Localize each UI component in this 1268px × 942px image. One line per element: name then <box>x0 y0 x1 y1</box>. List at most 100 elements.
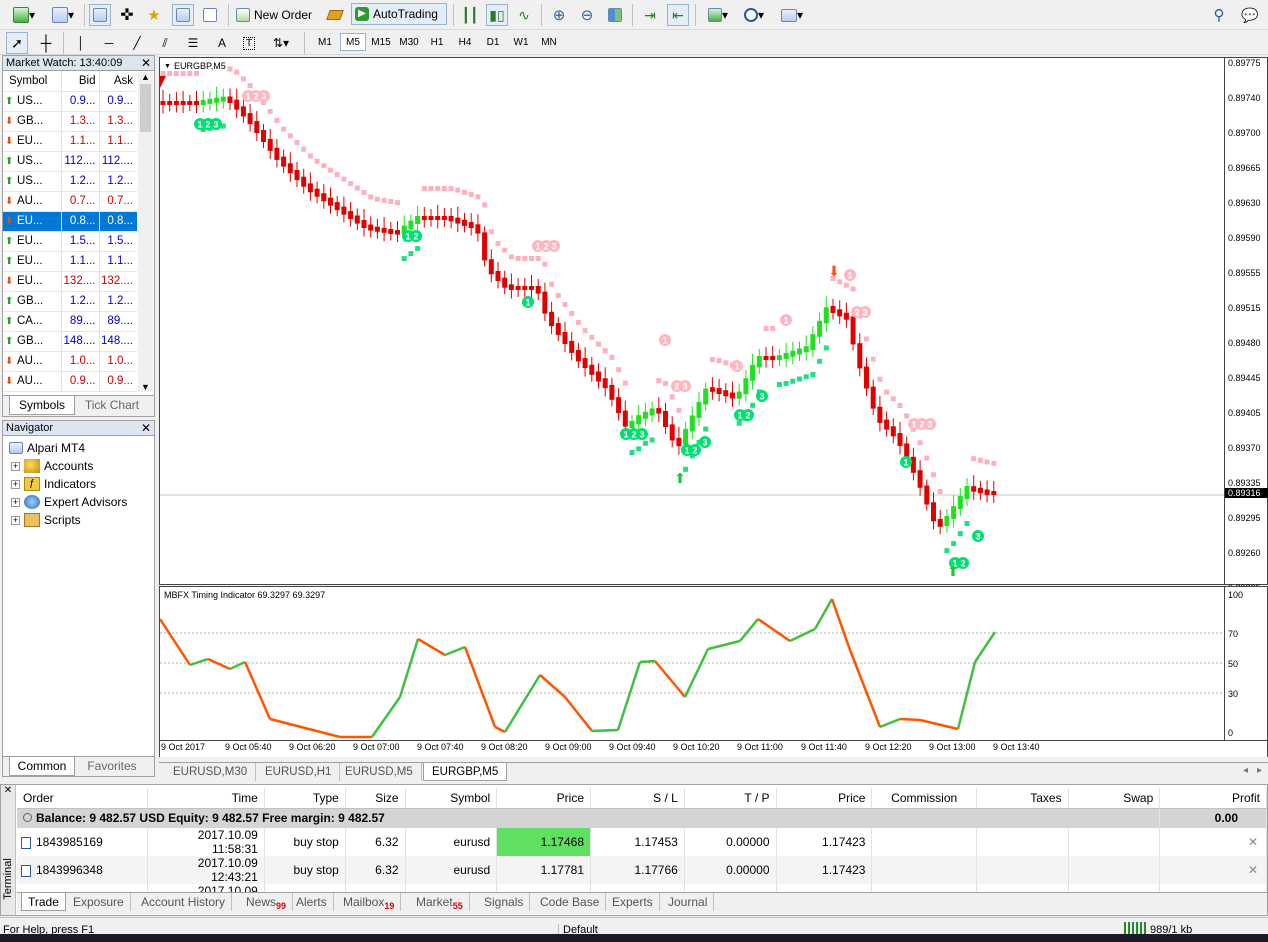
expand-icon[interactable]: + <box>11 479 20 489</box>
tab-common[interactable]: Common <box>9 757 75 776</box>
tree-root[interactable]: Alpari MT4 <box>3 439 154 457</box>
market-watch-row[interactable]: ⬆ GB... 1.2... 1.2... <box>3 291 137 312</box>
crosshair-tool[interactable]: ┼ <box>35 32 57 54</box>
column-header[interactable]: Type <box>264 788 346 809</box>
terminal-tab[interactable]: Mailbox19 <box>337 893 402 911</box>
autotrading-button[interactable]: ▶ AutoTrading <box>351 3 447 25</box>
market-watch-row[interactable]: ⬆ EU... 1.5... 1.5... <box>3 231 137 252</box>
timeframe-m1[interactable]: M1 <box>312 33 338 51</box>
column-header[interactable]: T / P <box>684 788 777 809</box>
market-watch-row[interactable]: ⬆ US... 0.9... 0.9... <box>3 91 137 112</box>
market-watch-row[interactable]: ⬇ EU... 0.8... 0.8... <box>3 211 137 232</box>
tree-item-accounts[interactable]: + Accounts <box>3 457 154 475</box>
periods-button[interactable]: ▾ <box>738 4 770 26</box>
symbol-header[interactable]: Symbol <box>3 71 62 92</box>
terminal-tab[interactable]: Exposure <box>67 893 131 911</box>
expand-icon[interactable]: + <box>11 497 20 507</box>
bar-chart-button[interactable]: ┃┃ <box>459 4 481 26</box>
market-watch-scrollbar[interactable]: ▲ ▼ <box>138 72 153 392</box>
data-window-toggle[interactable]: ✜ <box>116 4 138 26</box>
timeframe-mn[interactable]: MN <box>536 33 562 51</box>
candlestick-button[interactable]: ▮▯ <box>486 4 508 26</box>
channel-tool[interactable]: ⫽ <box>154 32 176 54</box>
horizontal-line-tool[interactable]: ─ <box>98 32 120 54</box>
terminal-tab[interactable]: Account History <box>135 893 233 911</box>
ask-header[interactable]: Ask <box>99 71 137 92</box>
templates-button[interactable]: ▾ <box>776 4 808 26</box>
indicators-button[interactable]: ▾ <box>702 4 734 26</box>
scroll-thumb[interactable] <box>140 84 151 132</box>
market-watch-row[interactable]: ⬆ GB... 148.... 148.... <box>3 331 137 352</box>
close-icon[interactable]: ✕ <box>1 785 15 796</box>
terminal-tab[interactable]: Market55 <box>410 893 470 911</box>
market-watch-row[interactable]: ⬆ CA... 89.... 89.... <box>3 311 137 332</box>
column-header[interactable]: Swap <box>1068 788 1161 809</box>
column-header[interactable]: Price <box>496 788 592 809</box>
scroll-tabs-right-icon[interactable]: ▸ <box>1257 765 1262 776</box>
scroll-tabs-left-icon[interactable]: ◂ <box>1243 765 1248 776</box>
column-header[interactable]: S / L <box>590 788 685 809</box>
strategy-tester-toggle[interactable] <box>199 4 221 26</box>
column-header[interactable]: Commission <box>871 788 977 809</box>
bid-header[interactable]: Bid <box>61 71 100 92</box>
scroll-up-icon[interactable]: ▲ <box>138 72 153 82</box>
indicator-window[interactable]: MBFX Timing Indicator 69.3297 69.3297 10… <box>159 586 1268 741</box>
autoscroll-button[interactable]: ⇤ <box>667 4 689 26</box>
tree-item-scripts[interactable]: + Scripts <box>3 511 154 529</box>
price-chart[interactable]: 1 2 31 2 31 21 2 3111 2 32 31 2311 23112 31 2 3131 2⬇⬆⬆ <box>160 58 1224 584</box>
zoom-out-button[interactable]: ⊖ <box>576 4 598 26</box>
balance-row[interactable]: Balance: 9 482.57 USD Equity: 9 482.57 F… <box>17 808 1267 828</box>
new-chart-button[interactable]: ▾ <box>6 4 42 26</box>
chart-tab[interactable]: EURUSD,H1 <box>257 763 341 781</box>
terminal-toggle[interactable] <box>172 4 194 26</box>
chart-tab[interactable]: EURUSD,M5 <box>337 763 422 781</box>
column-header[interactable]: Time <box>147 788 265 809</box>
column-header[interactable]: Size <box>345 788 406 809</box>
market-watch-row[interactable]: ⬇ AU... 1.0... 1.0... <box>3 351 137 372</box>
chart-tab[interactable]: EURGBP,M5 <box>423 763 508 781</box>
chart-menu-icon[interactable]: ▼ <box>164 63 171 70</box>
column-header[interactable]: Profit <box>1159 788 1267 809</box>
expand-icon[interactable]: + <box>11 461 20 471</box>
vertical-line-tool[interactable]: │ <box>70 32 92 54</box>
chat-button[interactable]: 💬 <box>1238 4 1262 26</box>
column-header[interactable]: Taxes <box>976 788 1069 809</box>
tab-symbols[interactable]: Symbols <box>9 396 75 415</box>
market-watch-row[interactable]: ⬇ AU... 0.7... 0.7... <box>3 191 137 212</box>
fibonacci-tool[interactable]: ☰ <box>182 32 204 54</box>
tab-tick-chart[interactable]: Tick Chart <box>77 396 147 415</box>
close-order-icon[interactable]: ✕ <box>1159 828 1267 856</box>
timeframe-d1[interactable]: D1 <box>480 33 506 51</box>
order-row[interactable]: 1843985169 2017.10.09 11:58:31 buy stop 6.3… <box>17 828 1267 856</box>
metaeditor-button[interactable] <box>324 4 346 26</box>
timeframe-m5[interactable]: M5 <box>340 33 366 51</box>
tab-favorites[interactable]: Favorites <box>77 757 147 776</box>
market-watch-toggle[interactable] <box>89 4 111 26</box>
chart-shift-button[interactable]: ⇥ <box>639 4 661 26</box>
zoom-in-button[interactable]: ⊕ <box>548 4 570 26</box>
search-button[interactable]: ⚲ <box>1208 4 1230 26</box>
indicator-chart[interactable] <box>160 587 1224 740</box>
market-watch-row[interactable]: ⬆ EU... 1.1... 1.1... <box>3 251 137 272</box>
text-tool[interactable]: A <box>211 32 233 54</box>
tile-windows-button[interactable] <box>604 4 626 26</box>
timeframe-h4[interactable]: H4 <box>452 33 478 51</box>
timeframe-m15[interactable]: M15 <box>368 33 394 51</box>
price-chart-window[interactable]: 1 2 3 1 2 3 1 2 1 2 3 1 1 1 2 3 2 3 1 2 3 1 1 2 3 1 1 2 3 1 2 3 1 3 1 2 ⬇ ⬆ ⬆ … <box>159 57 1268 593</box>
column-header[interactable]: Order <box>17 788 148 809</box>
column-header[interactable]: Price <box>776 788 873 809</box>
terminal-tab[interactable]: Code Base <box>534 893 607 911</box>
timeframe-m30[interactable]: M30 <box>396 33 422 51</box>
market-watch-row[interactable]: ⬆ US... 112.... 112.... <box>3 151 137 172</box>
close-icon[interactable]: ✕ <box>141 56 151 70</box>
terminal-tab[interactable]: Experts <box>606 893 660 911</box>
terminal-tab[interactable]: News99 <box>240 893 294 911</box>
trendline-tool[interactable]: ╱ <box>126 32 148 54</box>
timeframe-h1[interactable]: H1 <box>424 33 450 51</box>
market-watch-row[interactable]: ⬇ EU... 132.... 132.... <box>3 271 137 292</box>
market-watch-row[interactable]: ⬇ EU... 1.1... 1.1... <box>3 131 137 152</box>
scroll-down-icon[interactable]: ▼ <box>138 382 153 392</box>
market-watch-row[interactable]: ⬇ AU... 0.9... 0.9... <box>3 371 137 392</box>
close-order-icon[interactable]: ✕ <box>1159 856 1267 884</box>
cursor-tool[interactable]: ➚ <box>6 32 28 54</box>
